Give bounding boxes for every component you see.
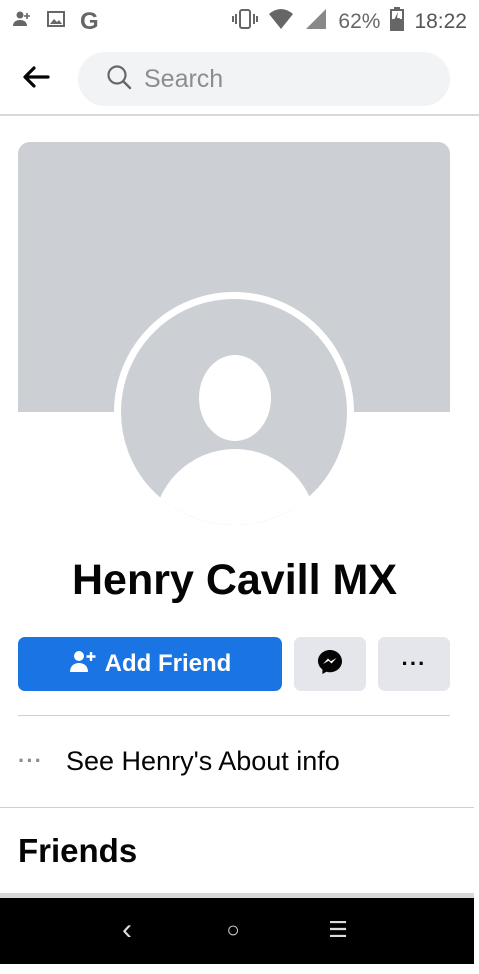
top-bar	[0, 44, 479, 116]
vibrate-icon	[232, 8, 259, 36]
about-info-label: See Henry's About info	[66, 745, 340, 776]
more-dots-icon: ···	[18, 748, 43, 773]
add-person-icon	[69, 649, 97, 680]
chevron-left-icon: ‹	[122, 913, 132, 946]
home-circle-icon: ○	[226, 917, 240, 942]
search-input[interactable]	[144, 64, 424, 94]
back-button[interactable]	[0, 43, 72, 115]
search-icon	[106, 64, 132, 95]
profile-actions: Add Friend ···	[18, 637, 450, 691]
wifi-icon	[268, 8, 294, 36]
person-add-notification-icon	[12, 9, 32, 35]
friends-section-title: Friends	[18, 832, 138, 869]
message-button[interactable]	[294, 637, 366, 691]
search-bar[interactable]	[78, 52, 450, 106]
messenger-icon	[317, 649, 343, 680]
image-notification-icon	[46, 9, 66, 35]
profile-name: Henry Cavill MX	[72, 556, 397, 604]
add-friend-label: Add Friend	[104, 650, 232, 677]
signal-icon	[304, 8, 328, 36]
android-navigation-bar: ‹ ○ ☰	[0, 898, 474, 964]
notification-icons: G	[12, 8, 99, 36]
arrow-left-icon	[22, 65, 50, 94]
about-info-link[interactable]: ··· See Henry's About info	[18, 736, 450, 786]
section-divider	[0, 807, 474, 808]
battery-percent: 62%	[338, 10, 381, 33]
avatar-body-silhouette	[153, 449, 317, 525]
avatar-head-silhouette	[199, 355, 271, 441]
google-notification-icon: G	[80, 8, 99, 35]
add-friend-button[interactable]: Add Friend	[18, 637, 282, 691]
nav-home-button[interactable]: ○	[213, 914, 253, 946]
nav-recents-button[interactable]: ☰	[318, 914, 358, 946]
clock: 18:22	[414, 10, 467, 33]
nav-back-button[interactable]: ‹	[107, 913, 147, 946]
battery-charging-icon	[390, 7, 405, 37]
more-options-button[interactable]: ···	[378, 637, 450, 691]
profile-picture[interactable]	[114, 292, 354, 532]
recents-menu-icon: ☰	[328, 917, 348, 942]
divider	[18, 715, 450, 716]
status-bar: G 62% 18:22	[0, 0, 479, 44]
